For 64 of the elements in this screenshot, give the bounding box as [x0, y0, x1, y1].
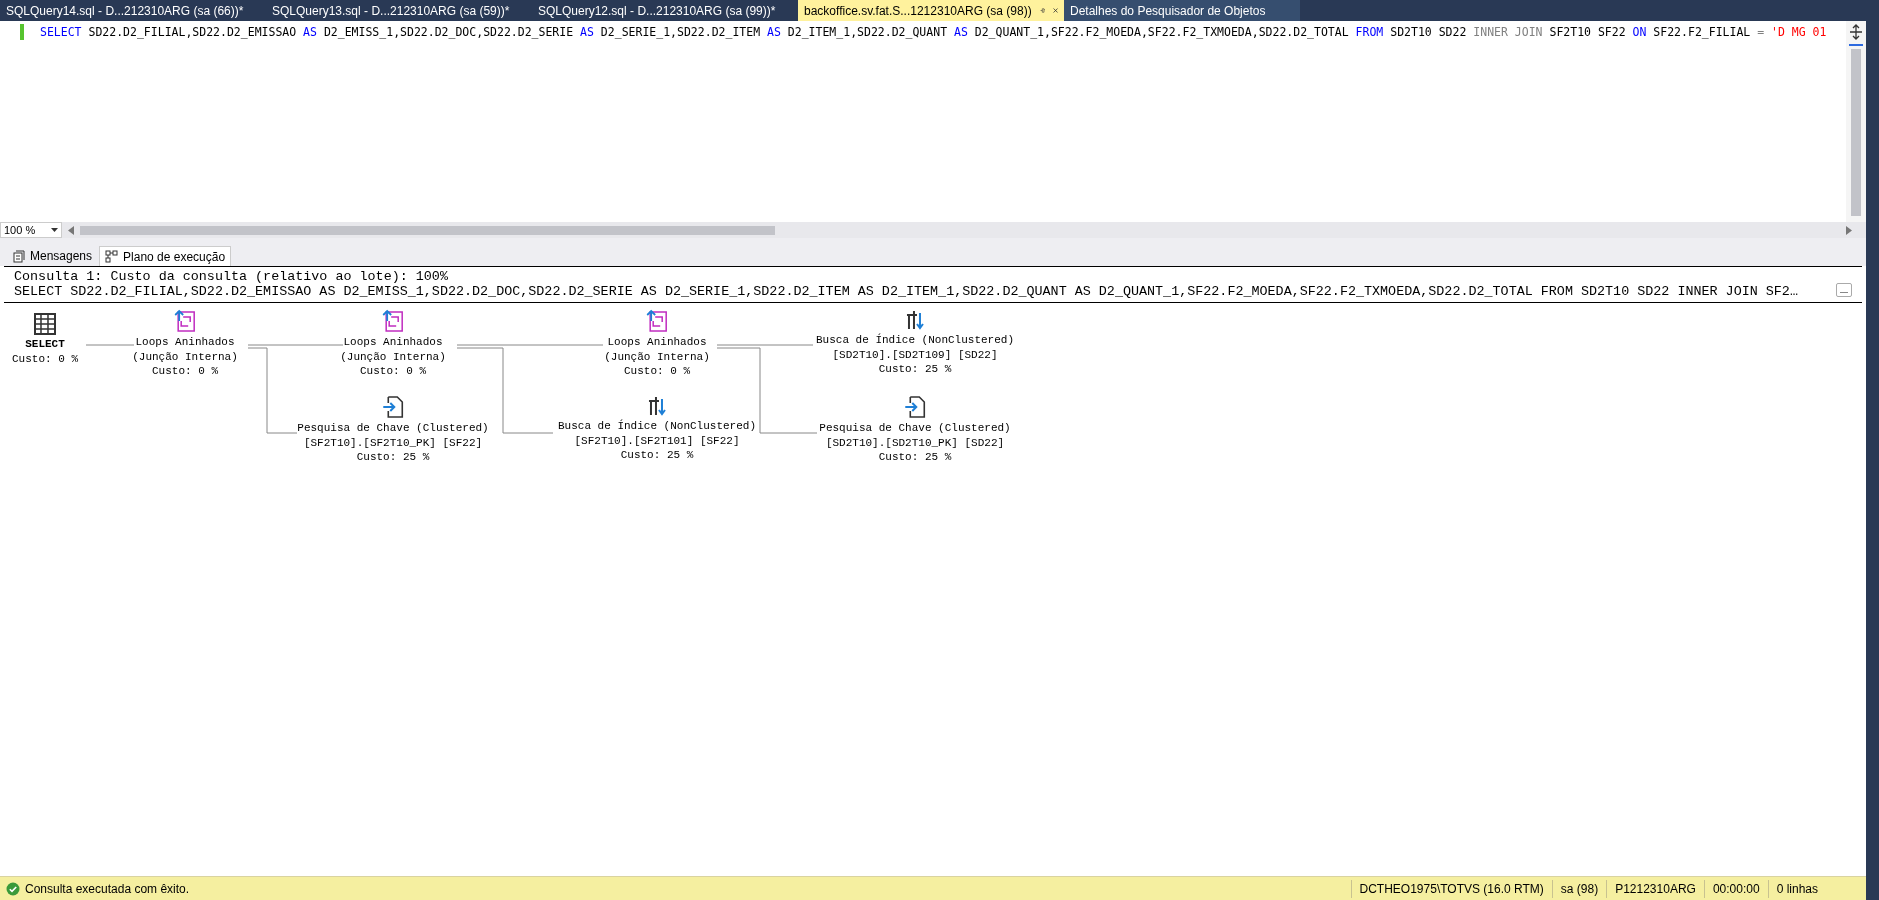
document-tab[interactable]: Detalhes do Pesquisador de Objetos — [1064, 0, 1300, 21]
node-cost: Custo: 0 % — [360, 364, 426, 379]
node-detail: (Junção Interna) — [132, 349, 238, 364]
plan-node[interactable] — [905, 309, 925, 331]
node-cost: Custo: 25 % — [620, 448, 694, 463]
loop-icon — [174, 309, 196, 333]
node-title: Loops Aninhados — [135, 335, 235, 350]
split-icon[interactable] — [1849, 24, 1863, 40]
node-cost: Custo: 0 % — [624, 364, 690, 379]
close-icon[interactable] — [1052, 6, 1058, 15]
status-item: P1212310ARG — [1606, 879, 1704, 898]
plan-node[interactable] — [647, 395, 667, 417]
node-detail: [SF2T10].[SF2T10_PK] [SF22] — [303, 435, 483, 450]
scroll-right-icon[interactable] — [1846, 225, 1852, 235]
node-detail: [SD2T10].[SD2T10_PK] [SD22] — [825, 435, 1005, 450]
node-title: Busca de Índice (NonClustered) — [816, 333, 1014, 348]
node-title: SELECT — [25, 337, 65, 352]
key-lookup-icon — [382, 395, 404, 419]
node-title: Loops Aninhados — [607, 335, 707, 350]
expand-button[interactable] — [1836, 283, 1852, 297]
node-detail: [SF2T10].[SF2T101] [SF22] — [574, 433, 740, 448]
status-message: Consulta executada com êxito. — [25, 880, 191, 898]
node-detail: (Junção Interna) — [604, 349, 710, 364]
node-title: Loops Aninhados — [343, 335, 443, 350]
node-cost: Custo: 0 % — [12, 351, 78, 366]
plan-node[interactable] — [904, 395, 926, 419]
connector-line — [85, 344, 135, 346]
status-item: sa (98) — [1551, 879, 1607, 898]
node-title: Pesquisa de Chave (Clustered) — [819, 421, 1011, 436]
status-item: DCTHEO1975\TOTVS (16.0 RTM) — [1350, 879, 1552, 898]
index-seek-icon — [905, 309, 925, 331]
query-cost-header: Consulta 1: Custo da consulta (relativo ao lote): 100% — [14, 269, 449, 284]
index-seek-icon — [647, 395, 667, 417]
pin-icon[interactable] — [1039, 6, 1045, 15]
loop-icon — [646, 309, 668, 333]
node-cost: Custo: 0 % — [152, 364, 218, 379]
messages-icon — [13, 249, 25, 263]
success-icon — [6, 881, 20, 896]
status-item: 0 linhas — [1767, 879, 1826, 898]
query-text: SELECT SD22.D2_FILIAL,SD22.D2_EMISSAO AS D2_EMISS_1,SD22.D2_DOC,SD22.D2_SERIE AS D2_SERIE_1,SD22.D2_ITEM AS D2_ITEM_1,SD22.D2_QUANT AS D2_QUANT_1,SF22.F2_MOEDA,SF22.F2_TXMOEDA,SD22.D2_TOTAL FROM SD2T10 SD22 INNER JOIN SF2… — [14, 284, 1799, 299]
key-lookup-icon — [904, 395, 926, 419]
plan-node[interactable] — [646, 309, 668, 333]
result-tab[interactable]: Plano de execução — [99, 246, 232, 266]
vertical-scrollbar[interactable] — [1846, 21, 1866, 222]
plan-icon — [105, 250, 119, 263]
plan-node[interactable] — [382, 395, 404, 419]
status-item: 00:00:00 — [1703, 879, 1768, 898]
table-icon — [34, 313, 56, 335]
node-title: Pesquisa de Chave (Clustered) — [297, 421, 489, 436]
zoom-dropdown[interactable]: 100 % — [0, 222, 62, 238]
node-detail: (Junção Interna) — [340, 349, 446, 364]
node-detail: [SD2T10].[SD2T109] [SD22] — [832, 347, 998, 362]
plan-node[interactable] — [174, 309, 196, 333]
plan-node[interactable] — [34, 313, 56, 335]
sql-code-line: SELECT SD22.D2_FILIAL,SD22.D2_EMISSAO AS D2_EMISS_1,SD22.D2_DOC,SD22.D2_SERIE AS D2_SERIE_1,SD22.D2_ITEM AS D2_ITEM_1,SD22.D2_QUANT AS D2_QUANT_1,SF22.F2_MOEDA,SF22.F2_TXMOEDA,SD22.D2_TOTAL FROM SD2T10 SD22 INNER JOIN SF2T10 SF22 ON SF22.F2_FILIAL = 'D MG 01 — [40, 24, 1828, 41]
scroll-left-icon[interactable] — [68, 225, 74, 235]
plan-node[interactable] — [382, 309, 404, 333]
caret-icon — [51, 228, 58, 232]
node-title: Busca de Índice (NonClustered) — [558, 419, 756, 434]
node-cost: Custo: 25 % — [878, 362, 952, 377]
document-tab[interactable]: backoffice.sv.fat.S...1212310ARG (sa (98)) — [798, 0, 1064, 21]
node-cost: Custo: 25 % — [878, 450, 952, 465]
loop-icon — [382, 309, 404, 333]
node-cost: Custo: 25 % — [356, 450, 430, 465]
